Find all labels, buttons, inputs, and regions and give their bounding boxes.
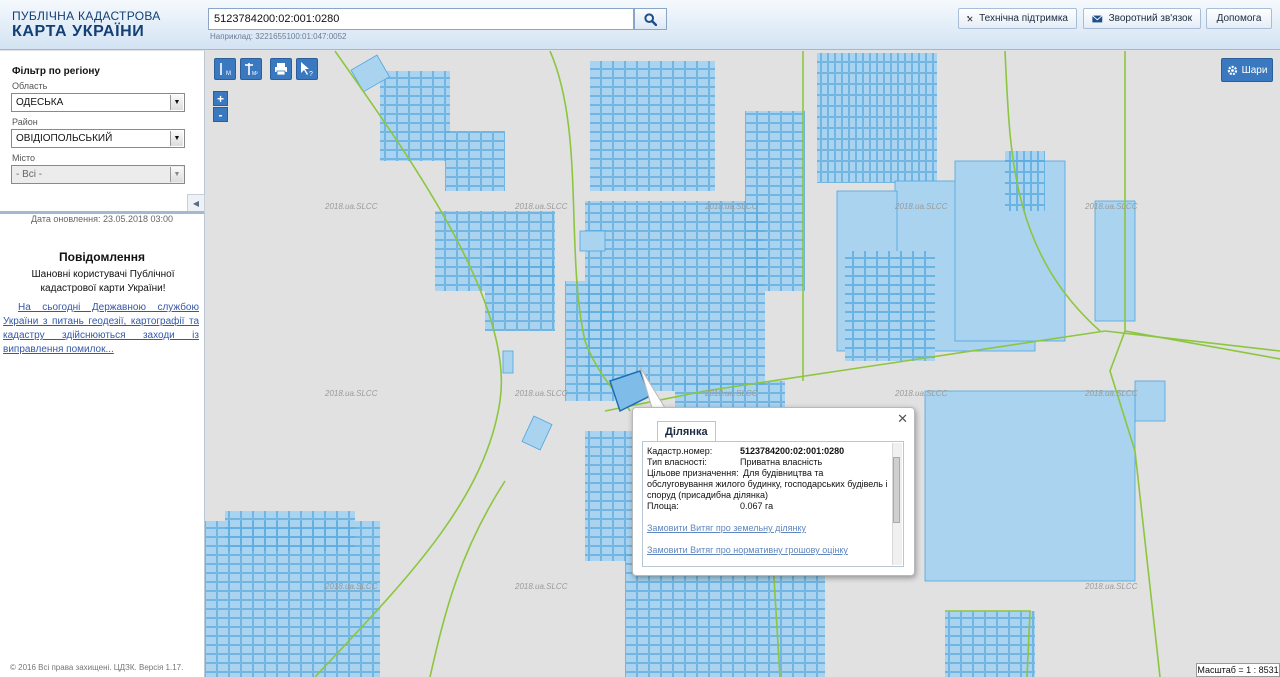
map-watermark: 2018.ua.SLCC: [1084, 202, 1138, 211]
svg-text:M: M: [226, 71, 231, 77]
ownership-type-label: Тип власності:: [647, 457, 707, 467]
printer-icon: [275, 63, 287, 76]
map-watermark: 2018.ua.SLCC: [514, 582, 568, 591]
city-select[interactable]: - Всі - ▼: [11, 165, 185, 184]
map-canvas[interactable]: 2018.ua.SLCC 2018.ua.SLCC 2018.ua.SLCC 2…: [205, 51, 1280, 677]
help-label: Допомога: [1216, 13, 1262, 24]
copyright: © 2016 Всі права захищені. ЦДЗК. Версія …: [10, 663, 184, 672]
map-watermark: 2018.ua.SLCC: [1084, 389, 1138, 398]
ownership-type-value: Приватна власність: [740, 457, 823, 467]
search-icon: [644, 12, 657, 26]
city-label: Місто: [12, 153, 36, 163]
map-watermark: 2018.ua.SLCC: [1084, 582, 1138, 591]
search-example-hint: Наприклад: 3221655100:01:047:0052: [210, 32, 347, 41]
cursor-question-icon: ?: [301, 62, 313, 77]
map-watermark: 2018.ua.SLCC: [704, 389, 758, 398]
cadastral-number-value: 5123784200:02:001:0280: [740, 446, 845, 456]
chevron-down-icon: ▼: [170, 167, 183, 182]
purpose-value-cont-1: обслуговування жилого будинку, господарс…: [647, 479, 888, 489]
close-icon[interactable]: ✕: [897, 411, 908, 427]
tab-parcel[interactable]: Ділянка: [657, 421, 716, 441]
feedback-button[interactable]: Зворотний зв'язок: [1083, 8, 1201, 29]
rayon-select[interactable]: ОВІДІОПОЛЬСЬКИЙ ▼: [11, 129, 185, 148]
print-button[interactable]: [270, 58, 292, 80]
search-button[interactable]: [634, 8, 667, 30]
oblast-label: Область: [12, 81, 48, 91]
order-parcel-extract-link[interactable]: Замовити Витяг про земельну ділянку: [647, 523, 806, 533]
map-scale: Масштаб = 1 : 8531: [1196, 663, 1280, 677]
map-watermark: 2018.ua.SLCC: [324, 389, 378, 398]
map-watermark: 2018.ua.SLCC: [514, 389, 568, 398]
parcel-info-popup: ✕ Ділянка Кадастр.номер: 5123784200:02:0…: [632, 407, 915, 576]
measure-distance-button[interactable]: M: [214, 58, 236, 80]
chevron-left-icon: ◀: [192, 198, 200, 208]
help-button[interactable]: Допомога: [1206, 8, 1272, 29]
info-tool-button[interactable]: ?: [296, 58, 318, 80]
oblast-select[interactable]: ОДЕСЬКА ▼: [11, 93, 185, 112]
scrollbar-thumb[interactable]: [893, 457, 900, 523]
tools-icon: [967, 15, 973, 21]
parcel-info-body: Кадастр.номер: 5123784200:02:001:0280 Ти…: [642, 441, 904, 567]
tech-support-button[interactable]: Технічна підтримка: [958, 8, 1077, 29]
area-ruler-icon: M²: [245, 63, 258, 77]
gear-icon: [1227, 65, 1237, 75]
ruler-icon: M: [220, 63, 231, 77]
region-filter-panel: Фільтр по регіону Область ОДЕСЬКА ▼ Райо…: [0, 51, 205, 677]
area-label: Площа:: [647, 501, 679, 511]
map-watermark: 2018.ua.SLCC: [324, 582, 378, 591]
news-link[interactable]: На сьогодні Державною службою України з …: [3, 301, 199, 357]
envelope-icon: [1092, 14, 1103, 22]
tech-support-label: Технічна підтримка: [979, 13, 1068, 24]
layers-button[interactable]: Шари: [1221, 58, 1273, 82]
rayon-label: Район: [12, 117, 38, 127]
cadastral-map[interactable]: 2018.ua.SLCC 2018.ua.SLCC 2018.ua.SLCC 2…: [205, 51, 1280, 677]
map-watermark: 2018.ua.SLCC: [894, 202, 948, 211]
news-title: Повідомлення: [59, 250, 145, 264]
zoom-out-button[interactable]: -: [213, 107, 228, 122]
feedback-label: Зворотний зв'язок: [1108, 13, 1192, 24]
map-watermark: 2018.ua.SLCC: [704, 202, 758, 211]
chevron-down-icon: ▼: [170, 131, 183, 146]
oblast-select-value: ОДЕСЬКА: [16, 97, 64, 108]
map-watermark: 2018.ua.SLCC: [894, 389, 948, 398]
order-valuation-extract-link[interactable]: Замовити Витяг про нормативну грошову оц…: [647, 545, 848, 555]
purpose-value-cont-2: споруд (присадибна ділянка): [647, 490, 769, 500]
collapse-panel-button[interactable]: ◀: [187, 194, 205, 212]
svg-text:?: ?: [309, 71, 313, 77]
cadastral-search-input[interactable]: [208, 8, 634, 30]
chevron-down-icon: ▼: [170, 95, 183, 110]
site-logo[interactable]: ПУБЛІЧНА КАДАСТРОВА КАРТА УКРАЇНИ: [12, 9, 161, 41]
news-text: Шановні користувачі Публічної кадастрово…: [31, 269, 175, 294]
map-watermark: 2018.ua.SLCC: [514, 202, 568, 211]
popup-scrollbar[interactable]: [892, 443, 902, 565]
layers-label: Шари: [1241, 64, 1268, 76]
rayon-select-value: ОВІДІОПОЛЬСЬКИЙ: [16, 133, 113, 144]
cadastral-number-label: Кадастр.номер:: [647, 446, 713, 456]
purpose-value: Для будівництва та: [743, 468, 824, 478]
map-watermark: 2018.ua.SLCC: [324, 202, 378, 211]
logo-line-1: ПУБЛІЧНА КАДАСТРОВА: [12, 9, 161, 23]
logo-line-2: КАРТА УКРАЇНИ: [12, 23, 145, 40]
svg-text:M²: M²: [252, 71, 258, 77]
area-value: 0.067 га: [740, 501, 774, 511]
purpose-label: Цільове призначення:: [647, 468, 739, 478]
measure-area-button[interactable]: M²: [240, 58, 262, 80]
update-date: Дата оновлення: 23.05.2018 03:00: [30, 214, 174, 224]
zoom-in-button[interactable]: +: [213, 91, 228, 106]
header-bar: ПУБЛІЧНА КАДАСТРОВА КАРТА УКРАЇНИ Наприк…: [0, 0, 1280, 50]
filter-title: Фільтр по регіону: [12, 66, 100, 77]
city-select-value: - Всі -: [16, 169, 43, 180]
